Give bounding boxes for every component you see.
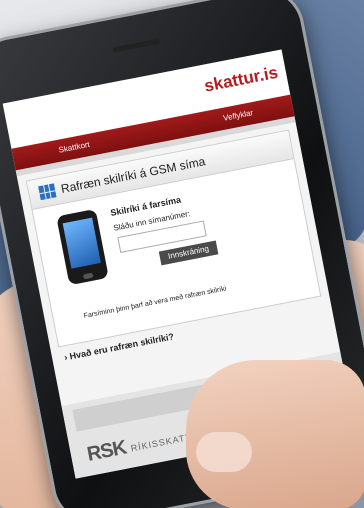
nav-item-skattkort[interactable]: Skattkort <box>58 140 91 155</box>
grid-icon <box>38 183 57 201</box>
mobile-device-icon <box>56 208 109 286</box>
phone-speaker <box>112 38 161 53</box>
photo-scene: skattur.is Skattkort Veflyklar Rafræn sk… <box>0 0 364 508</box>
chevron-right-icon: › <box>63 352 69 363</box>
nav-item-veflyklar[interactable]: Veflyklar <box>222 108 253 123</box>
requirement-note: Farsíminn þinn þarf að vera með rafræn s… <box>83 285 227 321</box>
login-button[interactable]: Innskráning <box>158 240 219 266</box>
rsk-logo: RSK <box>85 436 128 466</box>
thumbnail-nail <box>196 432 252 472</box>
brand-logo[interactable]: skattur.is <box>203 63 280 97</box>
